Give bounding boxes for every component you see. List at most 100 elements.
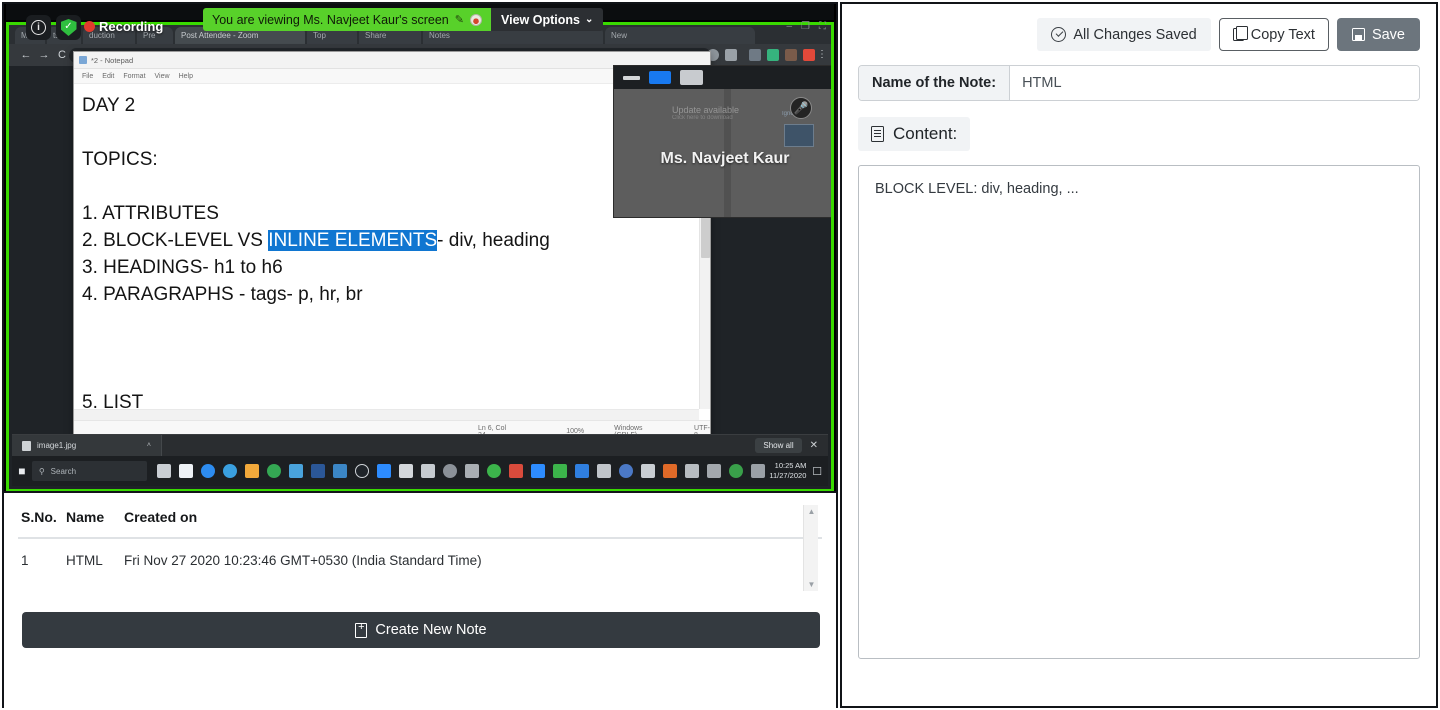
antivirus-icon[interactable] bbox=[483, 456, 505, 486]
download-file-name: image1.jpg bbox=[37, 441, 77, 450]
taskbar-search-input[interactable]: ⚲ Search bbox=[31, 461, 148, 481]
extension-icon-2[interactable] bbox=[767, 49, 779, 61]
back-icon[interactable]: ← bbox=[19, 48, 33, 62]
powerpoint-icon[interactable] bbox=[329, 456, 351, 486]
extension-icon-1[interactable] bbox=[749, 49, 761, 61]
download-item[interactable]: image1.jpg ˄ bbox=[12, 434, 162, 457]
table-row[interactable]: 1 HTML Fri Nov 27 2020 10:23:46 GMT+0530… bbox=[18, 538, 822, 578]
remote-control-icon[interactable] bbox=[469, 13, 482, 26]
printer-icon[interactable] bbox=[505, 456, 527, 486]
browser-tab-8[interactable]: New bbox=[605, 27, 755, 44]
mail-icon[interactable] bbox=[175, 456, 197, 486]
shared-screen-viewport: M tst duction Pre Post Attendee - Zoom T… bbox=[4, 4, 836, 493]
copy-text-label: Copy Text bbox=[1250, 26, 1315, 43]
taskbar-clock[interactable]: 10:25 AM 11/27/2020 bbox=[769, 461, 806, 481]
photos-icon[interactable] bbox=[285, 456, 307, 486]
word-icon[interactable] bbox=[307, 456, 329, 486]
scroll-down-icon[interactable]: ▼ bbox=[804, 578, 819, 591]
create-new-note-button[interactable]: Create New Note bbox=[22, 612, 820, 648]
internet-explorer-icon[interactable] bbox=[219, 456, 241, 486]
clock-date: 11/27/2020 bbox=[769, 471, 807, 480]
battery-icon[interactable] bbox=[637, 456, 659, 486]
tab-label: Notes bbox=[429, 31, 450, 40]
zoom-self-view-panel: Update available Click here to download … bbox=[613, 65, 831, 218]
chevron-up-icon[interactable]: ˄ bbox=[147, 442, 151, 449]
gallery-view-icon[interactable] bbox=[680, 70, 703, 85]
column-header-created-on: Created on bbox=[124, 501, 822, 539]
recording-indicator[interactable]: Recording bbox=[84, 19, 163, 34]
browser-menu-icon[interactable]: ⋮ bbox=[817, 49, 827, 60]
menu-file[interactable]: File bbox=[82, 73, 93, 80]
download-bar: image1.jpg ˄ Show all ✕ bbox=[12, 434, 828, 457]
line5-prefix: 2. BLOCK-LEVEL VS bbox=[82, 230, 269, 251]
paint-icon[interactable] bbox=[395, 456, 417, 486]
bluetooth-icon[interactable] bbox=[571, 456, 593, 486]
task-view-icon[interactable] bbox=[153, 456, 175, 486]
taskbar-app-icons bbox=[153, 456, 769, 486]
tab-label: Share bbox=[365, 31, 387, 40]
reload-icon[interactable]: C bbox=[55, 48, 69, 62]
scroll-up-icon[interactable]: ▲ bbox=[804, 505, 819, 518]
view-options-label: View Options bbox=[500, 12, 580, 27]
display-icon[interactable] bbox=[681, 456, 703, 486]
chrome-icon[interactable] bbox=[263, 456, 285, 486]
microphone-icon[interactable]: 🎤 bbox=[790, 97, 812, 119]
notepad-line-2: TOPICS: bbox=[82, 149, 158, 170]
clock-time: 10:25 AM bbox=[774, 461, 807, 470]
sound-icon[interactable] bbox=[461, 456, 483, 486]
notes-table: S.No. Name Created on 1 HTML Fri Nov 27 … bbox=[18, 501, 822, 578]
note-name-input[interactable] bbox=[1010, 66, 1419, 100]
forward-icon[interactable]: → bbox=[37, 48, 51, 62]
close-download-bar-icon[interactable]: ✕ bbox=[810, 440, 818, 451]
cloud-icon[interactable] bbox=[417, 456, 439, 486]
app-root: M tst duction Pre Post Attendee - Zoom T… bbox=[0, 0, 1440, 710]
copy-text-button[interactable]: Copy Text bbox=[1218, 18, 1329, 51]
note-content-textarea[interactable]: BLOCK LEVEL: div, heading, ... bbox=[858, 165, 1420, 659]
notepad-line-10 bbox=[82, 362, 700, 389]
edge-icon[interactable] bbox=[197, 456, 219, 486]
zoom-meeting-icon[interactable] bbox=[527, 456, 549, 486]
windows-start-icon[interactable]: ■ bbox=[12, 464, 32, 478]
menu-format[interactable]: Format bbox=[123, 73, 145, 80]
extension-icon-3[interactable] bbox=[785, 49, 797, 61]
check-circle-icon bbox=[1051, 27, 1067, 42]
note-name-row: Name of the Note: bbox=[858, 65, 1420, 101]
menu-view[interactable]: View bbox=[155, 73, 170, 80]
content-label-text: Content: bbox=[893, 124, 958, 143]
zoom-restore-icon[interactable]: ❐ bbox=[801, 21, 810, 32]
view-options-button[interactable]: View Options ⌄ bbox=[490, 8, 604, 31]
zoom-fullscreen-icon[interactable]: ⛶ bbox=[819, 21, 826, 32]
notification-icon[interactable]: ☐ bbox=[810, 465, 824, 478]
bookmark-star-icon[interactable] bbox=[725, 49, 737, 61]
moon-icon[interactable] bbox=[615, 456, 637, 486]
link-icon[interactable] bbox=[747, 456, 769, 486]
notes-table-scrollbar[interactable]: ▲ ▼ bbox=[803, 505, 818, 591]
cell-name[interactable]: HTML bbox=[66, 538, 124, 578]
video-tile-icon[interactable] bbox=[649, 71, 671, 84]
zoom-icon[interactable] bbox=[373, 456, 395, 486]
browser-window: M tst duction Pre Post Attendee - Zoom T… bbox=[9, 25, 831, 489]
annotate-pencil-icon[interactable]: ✎ bbox=[455, 13, 464, 26]
usb-icon[interactable] bbox=[593, 456, 615, 486]
alert-icon[interactable] bbox=[659, 456, 681, 486]
minimize-icon[interactable] bbox=[623, 75, 640, 80]
update-subtitle: Click here to download bbox=[672, 115, 733, 121]
save-button[interactable]: Save bbox=[1336, 18, 1420, 51]
network-icon[interactable] bbox=[725, 456, 747, 486]
menu-edit[interactable]: Edit bbox=[102, 73, 114, 80]
encryption-badge[interactable]: ✓ bbox=[56, 15, 81, 40]
update-title: Update available bbox=[672, 105, 740, 115]
volume-icon[interactable] bbox=[703, 456, 725, 486]
extension-icon-4[interactable] bbox=[803, 49, 815, 61]
shield-check-icon[interactable] bbox=[549, 456, 571, 486]
maps-icon[interactable] bbox=[351, 456, 373, 486]
meeting-info-badge[interactable]: i bbox=[26, 15, 51, 40]
editor-toolbar: All Changes Saved Copy Text Save bbox=[858, 18, 1420, 51]
file-explorer-icon[interactable] bbox=[241, 456, 263, 486]
notepad-horizontal-scrollbar[interactable] bbox=[74, 409, 699, 420]
settings-icon[interactable] bbox=[439, 456, 461, 486]
zoom-minimize-icon[interactable]: – bbox=[786, 21, 792, 32]
notepad-line-1 bbox=[82, 119, 700, 146]
show-all-downloads-button[interactable]: Show all bbox=[755, 438, 802, 453]
menu-help[interactable]: Help bbox=[179, 73, 193, 80]
